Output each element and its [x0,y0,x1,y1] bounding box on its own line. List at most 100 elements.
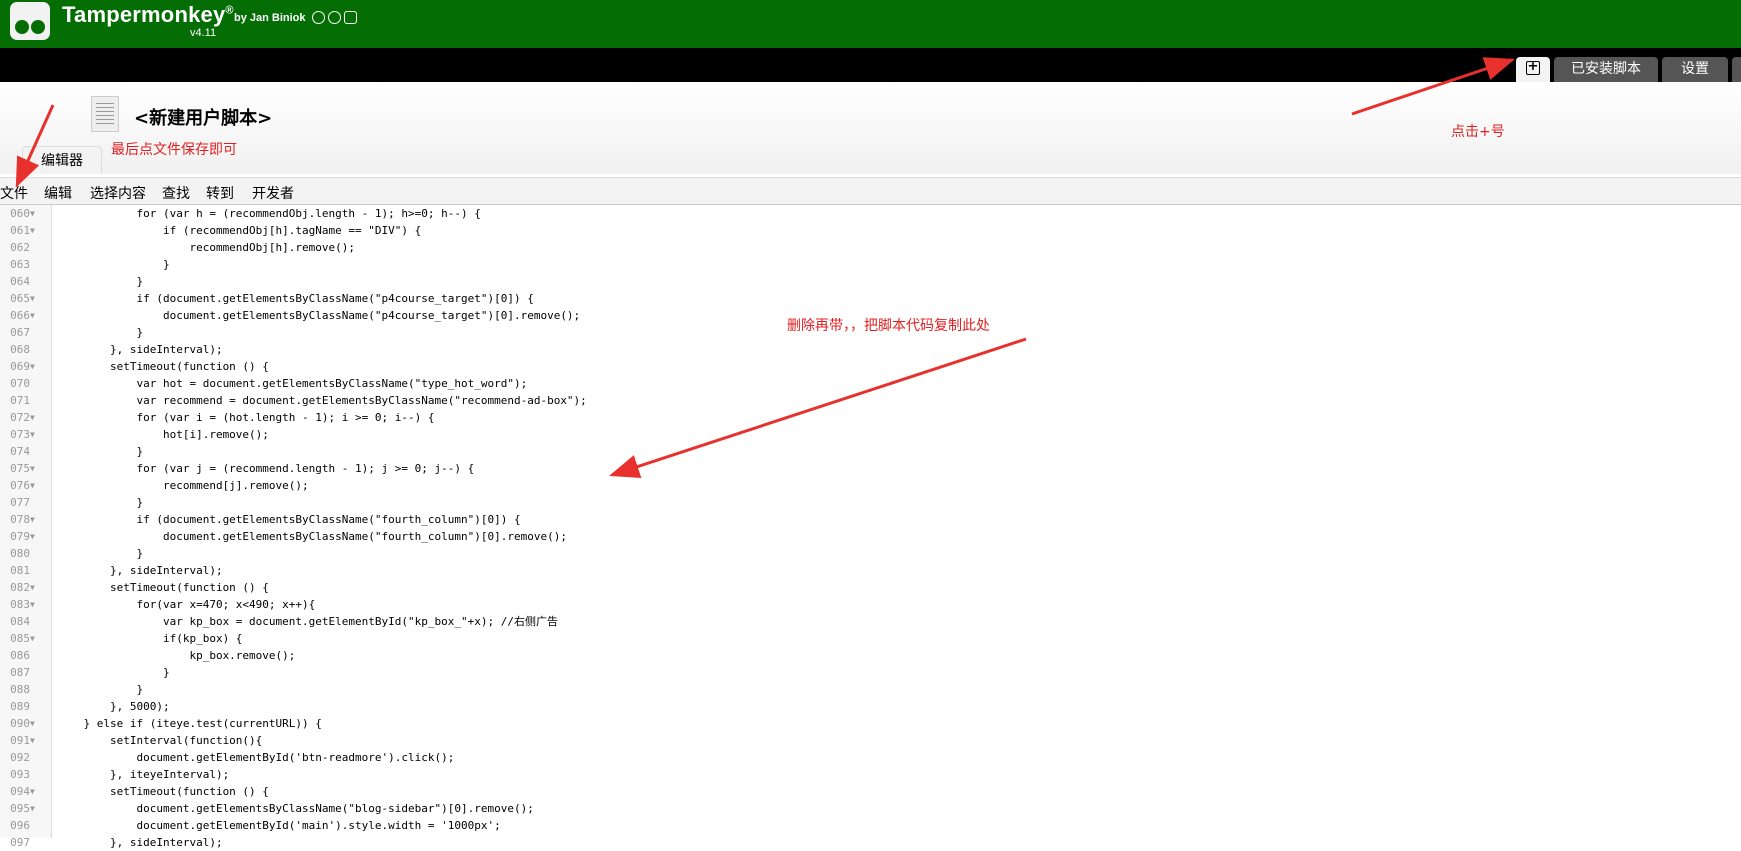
add-script-tab[interactable]: + [1516,57,1550,82]
instagram-icon[interactable] [344,11,357,24]
code-line[interactable]: 085 ▼ if(kp_box) { [0,630,1741,647]
code-line[interactable]: 088 } [0,681,1741,698]
line-number: 096 [10,819,30,832]
menu-goto[interactable]: 转到 [206,183,234,203]
menu-edit[interactable]: 编辑 [44,183,72,203]
fold-toggle-icon[interactable]: ▼ [30,732,35,749]
menu-file[interactable]: 文件 [0,183,28,203]
code-text: setTimeout(function () { [57,785,269,798]
code-line[interactable]: 060 ▼ for (var h = (recommendObj.length -… [0,205,1741,222]
facebook-icon[interactable] [328,11,341,24]
code-line[interactable]: 061 ▼ if (recommendObj[h].tagName == "DIV… [0,222,1741,239]
fold-toggle-icon[interactable]: ▼ [30,222,35,239]
code-line[interactable]: 095 ▼ document.getElementsByClassName("bl… [0,800,1741,817]
line-number: 086 [10,649,30,662]
code-line[interactable]: 091 ▼ setInterval(function(){ [0,732,1741,749]
code-line[interactable]: 086 kp_box.remove(); [0,647,1741,664]
code-line[interactable]: 069 ▼ setTimeout(function () { [0,358,1741,375]
fold-toggle-icon[interactable]: ▼ [30,426,35,443]
code-line[interactable]: 065 ▼ if (document.getElementsByClassName… [0,290,1741,307]
code-line[interactable]: 076 ▼ recommend[j].remove(); [0,477,1741,494]
tab-editor[interactable]: 编辑器 [22,146,102,174]
code-text: hot[i].remove(); [57,428,269,441]
code-text: document.getElementById('btn-readmore').… [57,751,455,764]
code-line[interactable]: 080 } [0,545,1741,562]
code-line[interactable]: 079 ▼ document.getElementsByClassName("fo… [0,528,1741,545]
code-text: setInterval(function(){ [57,734,263,747]
line-number: 097 [10,836,30,849]
fold-toggle-icon[interactable]: ▼ [30,409,35,426]
code-text: setTimeout(function () { [57,581,269,594]
fold-toggle-icon[interactable]: ▼ [30,579,35,596]
code-line[interactable]: 089 }, 5000); [0,698,1741,715]
code-text: if(kp_box) { [57,632,243,645]
menu-developer[interactable]: 开发者 [252,183,294,203]
menu-select[interactable]: 选择内容 [90,183,146,203]
fold-toggle-icon[interactable]: ▼ [30,205,35,222]
code-text: var recommend = document.getElementsByCl… [57,394,587,407]
code-line[interactable]: 093 }, iteyeInterval); [0,766,1741,783]
code-line[interactable]: 073 ▼ hot[i].remove(); [0,426,1741,443]
menu-find[interactable]: 查找 [162,183,190,203]
line-number: 081 [10,564,30,577]
tab-settings[interactable]: 设置 [1662,57,1728,82]
line-number: 065 [10,292,30,305]
code-line[interactable]: 070 var hot = document.getElementsByClas… [0,375,1741,392]
code-line[interactable]: 068 }, sideInterval); [0,341,1741,358]
code-text: } [57,275,144,288]
fold-toggle-icon[interactable]: ▼ [30,528,35,545]
code-text: document.getElementsByClassName("blog-si… [57,802,534,815]
code-text: document.getElementsByClassName("p4cours… [57,309,581,322]
version-label: v4.11 [190,27,217,39]
code-line[interactable]: 078 ▼ if (document.getElementsByClassName… [0,511,1741,528]
fold-toggle-icon[interactable]: ▼ [30,290,35,307]
fold-toggle-icon[interactable]: ▼ [30,783,35,800]
fold-toggle-icon[interactable]: ▼ [30,511,35,528]
code-line[interactable]: 092 document.getElementById('btn-readmor… [0,749,1741,766]
code-text: for (var j = (recommend.length - 1); j >… [57,462,475,475]
line-number: 091 [10,734,30,747]
code-line[interactable]: 072 ▼ for (var i = (hot.length - 1); i >=… [0,409,1741,426]
line-number: 082 [10,581,30,594]
code-line[interactable]: 090 ▼ } else if (iteye.test(currentURL)) … [0,715,1741,732]
code-line[interactable]: 087 } [0,664,1741,681]
code-text: } else if (iteye.test(currentURL)) { [57,717,322,730]
fold-toggle-icon[interactable]: ▼ [30,307,35,324]
code-editor[interactable]: 060 ▼ for (var h = (recommendObj.length -… [0,205,1741,849]
code-line[interactable]: 074 } [0,443,1741,460]
annotation-add-hint: 点击+号 [1451,124,1505,140]
code-text: var kp_box = document.getElementById("kp… [57,615,558,628]
line-number: 061 [10,224,30,237]
fold-toggle-icon[interactable]: ▼ [30,358,35,375]
code-line[interactable]: 077 } [0,494,1741,511]
brand-name: Tampermonkey® [62,2,234,28]
fold-toggle-icon[interactable]: ▼ [30,800,35,817]
code-line[interactable]: 084 var kp_box = document.getElementById… [0,613,1741,630]
code-text: } [57,547,144,560]
fold-toggle-icon[interactable]: ▼ [30,460,35,477]
code-text: } [57,683,144,696]
code-line[interactable]: 082 ▼ setTimeout(function () { [0,579,1741,596]
code-text: } [57,445,144,458]
code-line[interactable]: 064 } [0,273,1741,290]
code-line[interactable]: 083 ▼ for(var x=470; x<490; x++){ [0,596,1741,613]
code-line[interactable]: 071 var recommend = document.getElements… [0,392,1741,409]
code-text: } [57,666,170,679]
tab-overflow[interactable] [1732,57,1741,82]
page-title: <新建用户脚本> [134,108,273,129]
fold-toggle-icon[interactable]: ▼ [30,630,35,647]
fold-toggle-icon[interactable]: ▼ [30,477,35,494]
fold-toggle-icon[interactable]: ▼ [30,596,35,613]
github-icon[interactable] [312,11,325,24]
code-line[interactable]: 062 recommendObj[h].remove(); [0,239,1741,256]
fold-toggle-icon[interactable]: ▼ [30,715,35,732]
code-line[interactable]: 096 document.getElementById('main').styl… [0,817,1741,834]
code-line[interactable]: 094 ▼ setTimeout(function () { [0,783,1741,800]
plus-icon: + [1526,58,1540,75]
code-line[interactable]: 063 } [0,256,1741,273]
code-line[interactable]: 081 }, sideInterval); [0,562,1741,579]
code-line[interactable]: 075 ▼ for (var j = (recommend.length - 1)… [0,460,1741,477]
tab-installed-scripts[interactable]: 已安装脚本 [1554,57,1658,82]
code-text: recommend[j].remove(); [57,479,309,492]
code-line[interactable]: 097 }, sideInterval); [0,834,1741,851]
